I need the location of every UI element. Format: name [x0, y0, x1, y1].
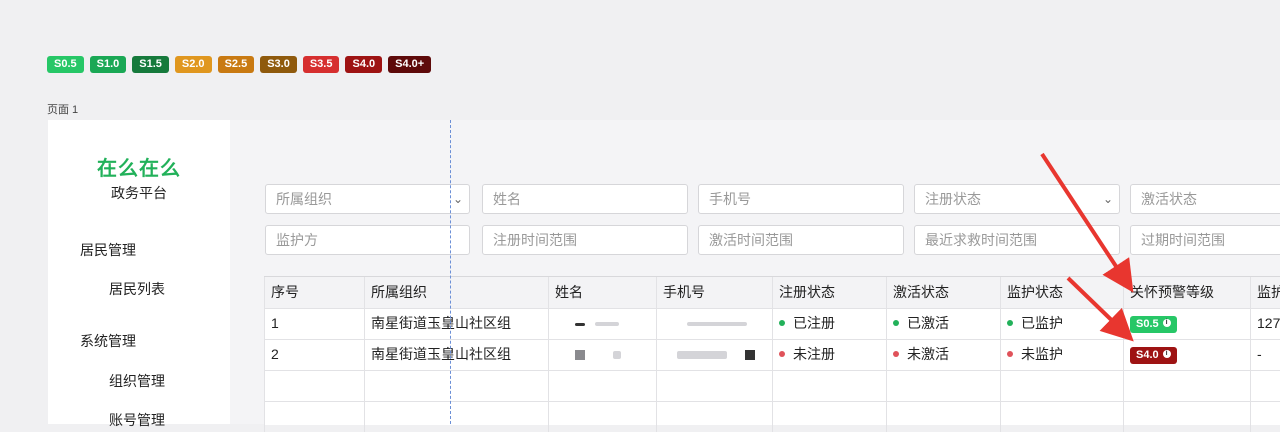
annotation-arrow — [1066, 276, 1134, 342]
annotation-arrow — [1040, 152, 1134, 293]
annotation-arrows — [1040, 152, 1134, 342]
